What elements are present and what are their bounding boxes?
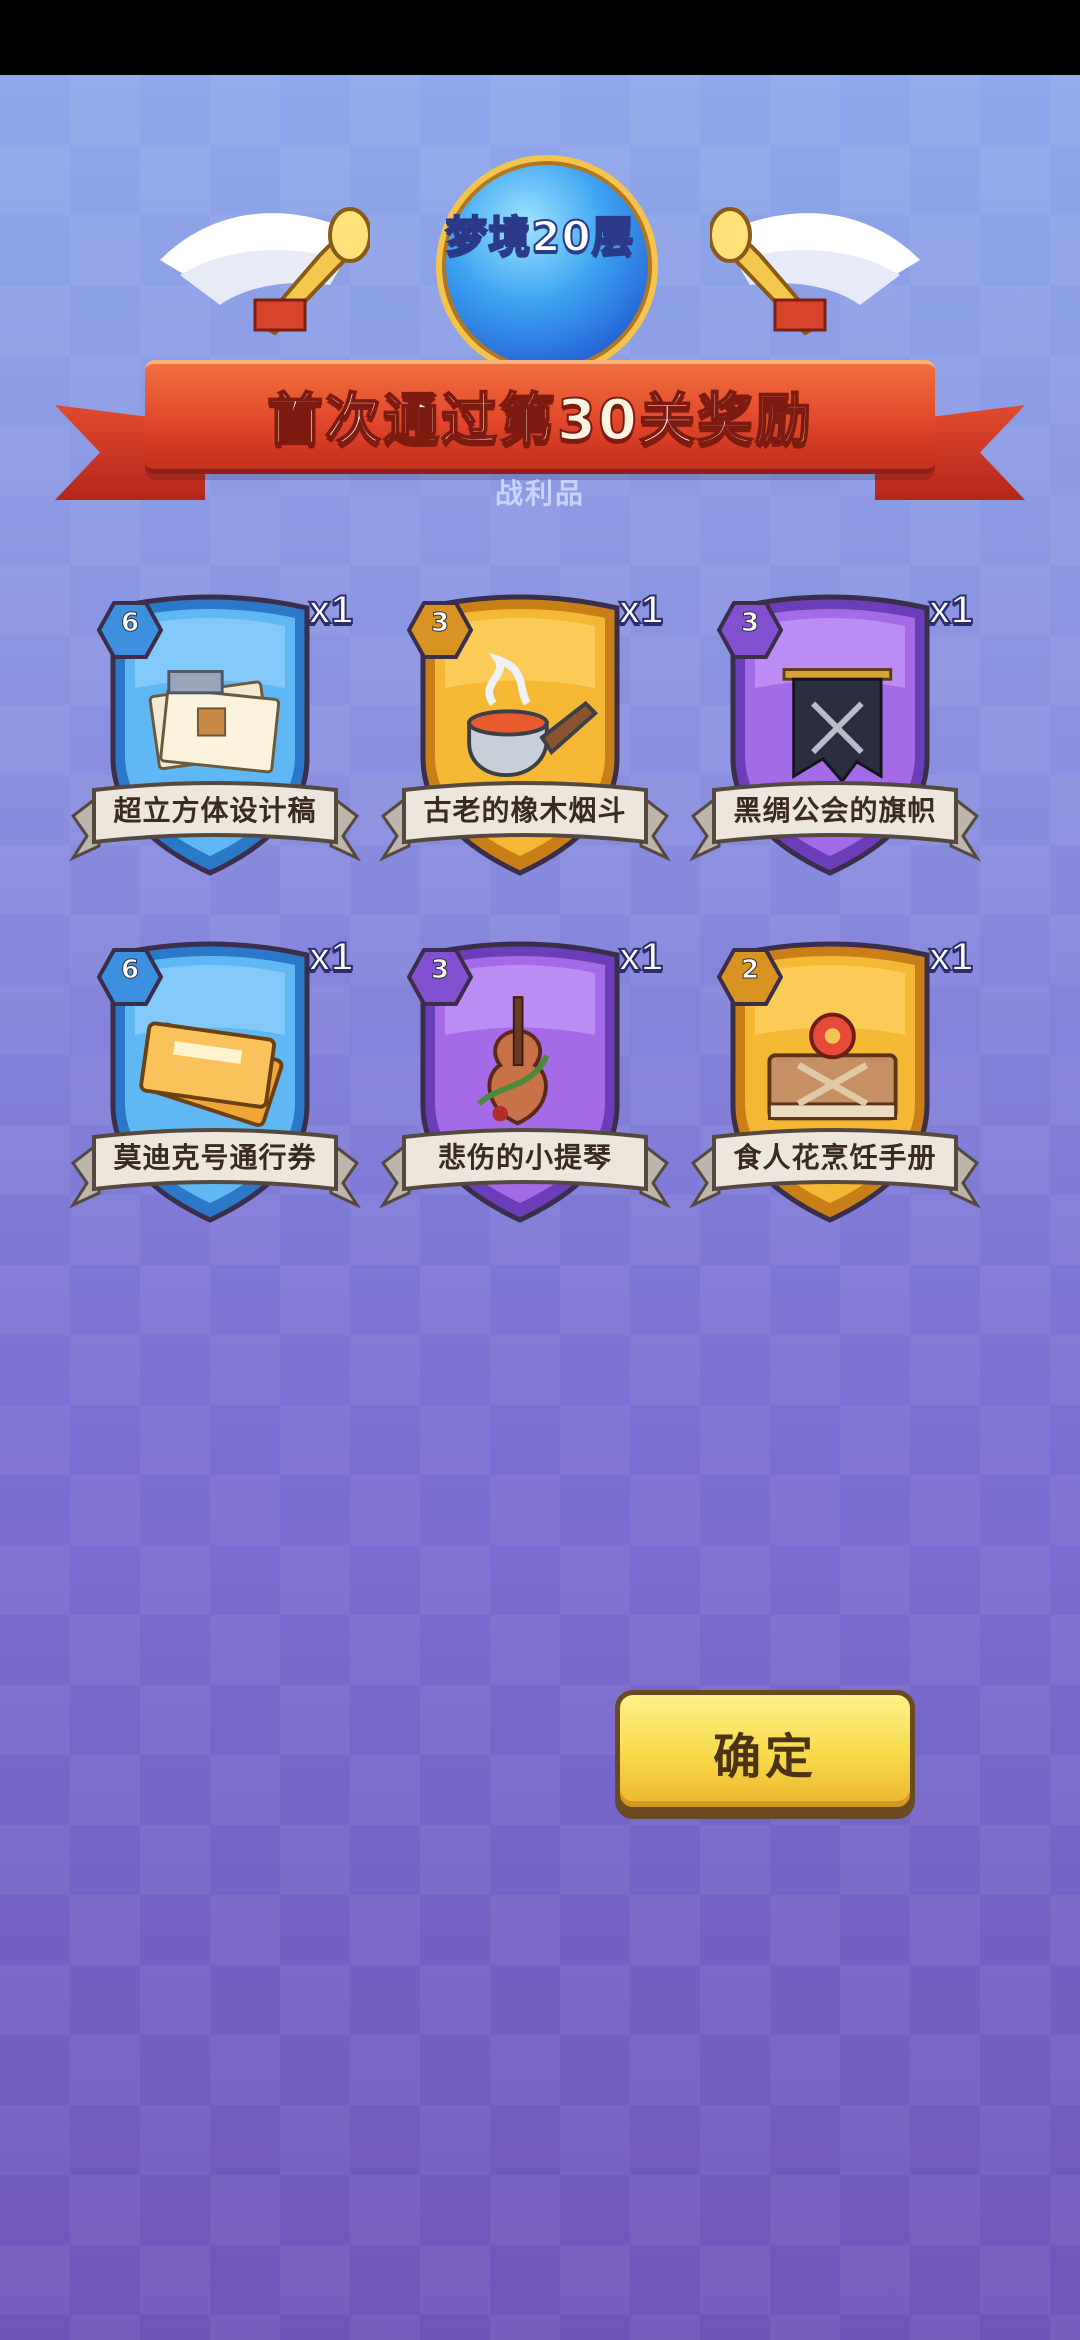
reward-quantity: x1 xyxy=(618,934,664,980)
confirm-button[interactable]: 确定 xyxy=(615,1690,915,1812)
trumpet-left-icon xyxy=(253,207,370,335)
reward-card[interactable]: 3 x1 黑绸公会的旗帜 xyxy=(689,587,981,888)
status-bar xyxy=(0,0,1080,75)
tier-number: 2 xyxy=(740,955,760,986)
reward-card[interactable]: 2 x1 食人花烹饪手册 xyxy=(689,934,981,1235)
tier-number: 3 xyxy=(740,608,760,639)
banner-flag-icon xyxy=(782,668,893,784)
tier-number: 6 xyxy=(120,955,140,986)
ticket-icon xyxy=(139,1021,284,1128)
reward-quantity: x1 xyxy=(928,587,974,633)
tier-number: 3 xyxy=(430,608,450,639)
reward-card[interactable]: 6 x1 超立方体设计稿 xyxy=(69,587,361,888)
reward-card[interactable]: 6 x1 莫迪克号通行券 xyxy=(69,934,361,1235)
reward-quantity: x1 xyxy=(618,587,664,633)
tier-number: 3 xyxy=(430,955,450,986)
level-orb xyxy=(436,155,658,377)
reward-quantity: x1 xyxy=(928,934,974,980)
reward-card[interactable]: 3 x1 悲伤的小提琴 xyxy=(379,934,671,1235)
reward-name: 食人花烹饪手册 xyxy=(733,1141,937,1174)
reward-name: 莫迪克号通行券 xyxy=(113,1141,317,1174)
reward-name: 古老的橡木烟斗 xyxy=(423,794,627,827)
violin-icon xyxy=(476,996,550,1126)
blueprint-icon xyxy=(148,670,281,774)
tier-number: 6 xyxy=(120,608,140,639)
reward-quantity: x1 xyxy=(308,587,354,633)
level-badge-text: 梦境20层 xyxy=(444,211,635,262)
reward-card[interactable]: 3 x1 古老的橡木烟斗 xyxy=(379,587,671,888)
reward-header: 梦境20层 首次通过第30关奖励 xyxy=(0,75,1080,500)
reward-quantity: x1 xyxy=(308,934,354,980)
trumpet-right-icon xyxy=(710,207,827,335)
loot-section-label: 战利品 xyxy=(494,477,585,510)
reward-name: 超立方体设计稿 xyxy=(113,794,317,827)
cookbook-icon xyxy=(767,1012,898,1121)
reward-title: 首次通过第30关奖励 xyxy=(266,387,813,454)
reward-name: 悲伤的小提琴 xyxy=(437,1141,612,1174)
pipe-icon xyxy=(467,652,599,777)
reward-name: 黑绸公会的旗帜 xyxy=(733,794,937,827)
confirm-button-label: 确定 xyxy=(712,1729,817,1785)
